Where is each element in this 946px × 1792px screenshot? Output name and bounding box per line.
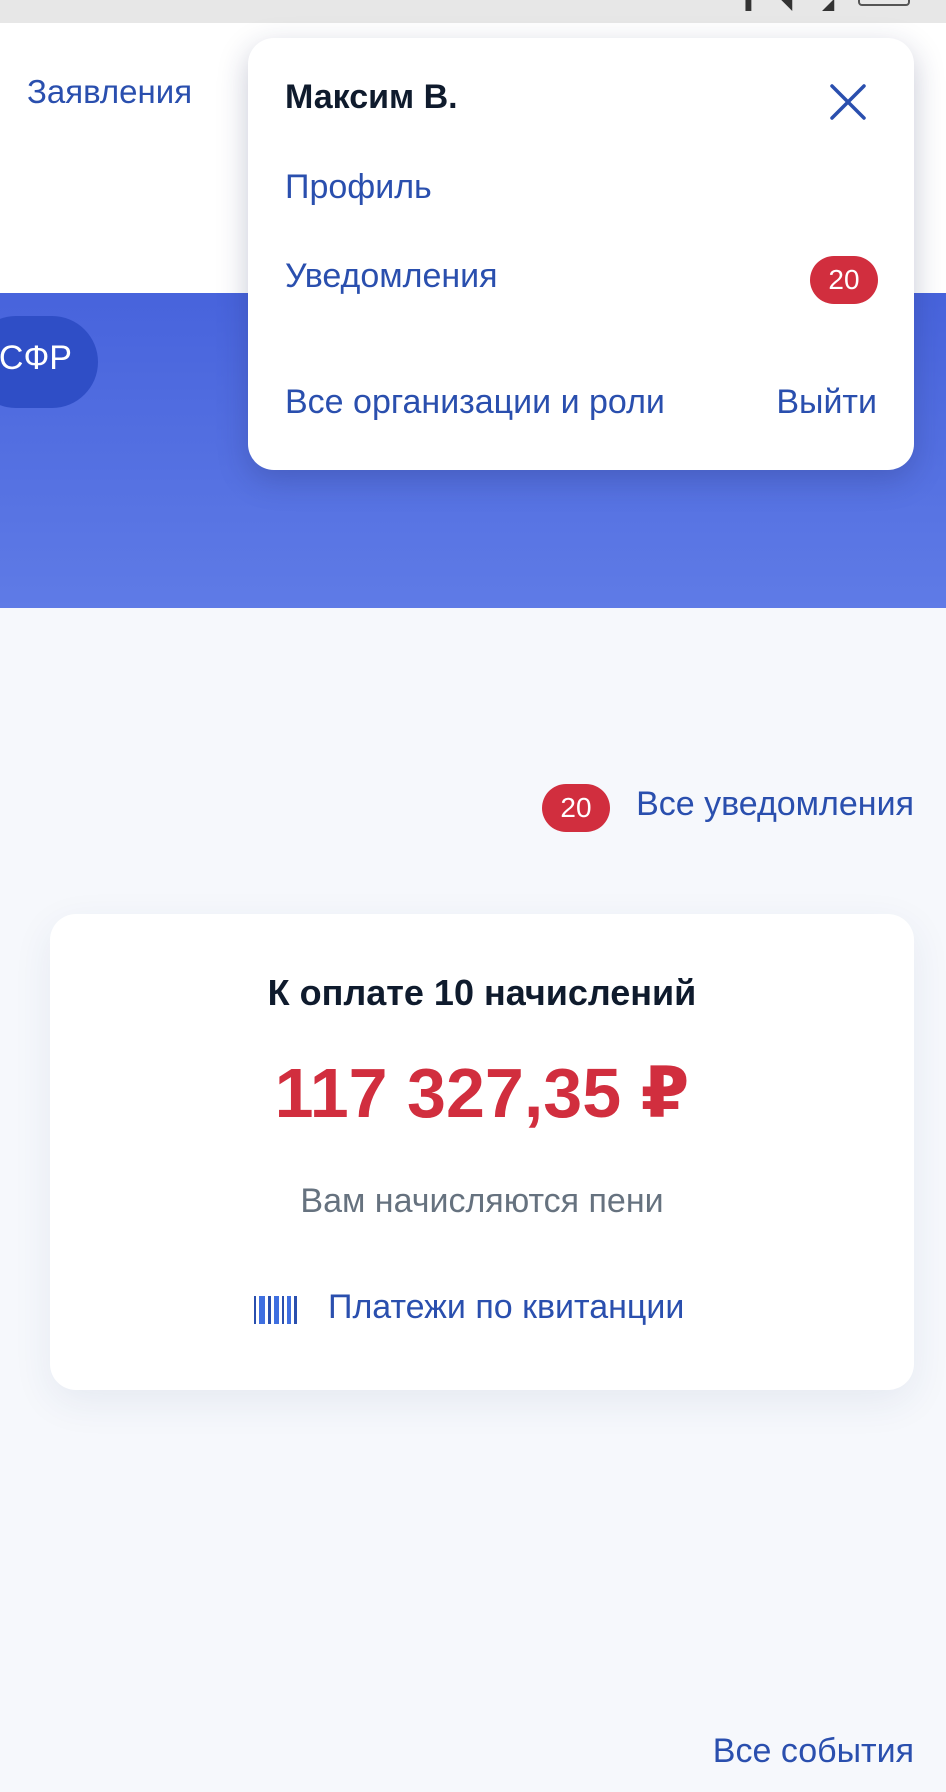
notifications-count-badge: 20 (810, 256, 878, 304)
all-events-link[interactable]: Все события (713, 1732, 914, 1771)
signal-strength-icon: ◢ (822, 0, 835, 13)
menu-item-profile[interactable]: Профиль (285, 168, 432, 207)
penalty-note: Вам начисляются пени (300, 1182, 664, 1220)
battery-icon (858, 0, 910, 6)
status-bar: ▮ ◥ ◢ (0, 0, 946, 23)
barcode-icon (254, 1296, 297, 1324)
all-notifications-label: Все уведомления (636, 785, 914, 823)
payment-title: К оплате 10 начислений (267, 972, 697, 1013)
user-name: Максим В. (285, 78, 458, 116)
payment-amount: 117 327,35 ₽ (274, 1054, 690, 1132)
sfr-chip-label: СФР (0, 339, 72, 377)
menu-item-notifications[interactable]: Уведомления (285, 257, 498, 296)
menu-item-all-organizations[interactable]: Все организации и роли (285, 383, 665, 422)
user-menu-popover: Максим В. Профиль Уведомления 20 Все орг… (248, 38, 914, 470)
logout-button[interactable]: Выйти (776, 383, 877, 422)
sfr-chip[interactable]: СФР (0, 316, 98, 408)
nav-item-applications[interactable]: Заявления (27, 73, 192, 111)
close-icon[interactable] (826, 80, 870, 124)
receipt-payments-label: Платежи по квитанции (328, 1288, 685, 1326)
wifi-icon: ◥ (780, 0, 793, 13)
payment-card: К оплате 10 начислений 117 327,35 ₽ Вам … (50, 914, 914, 1390)
notifications-badge: 20 (542, 784, 610, 832)
signal-icon: ▮ (744, 0, 753, 13)
